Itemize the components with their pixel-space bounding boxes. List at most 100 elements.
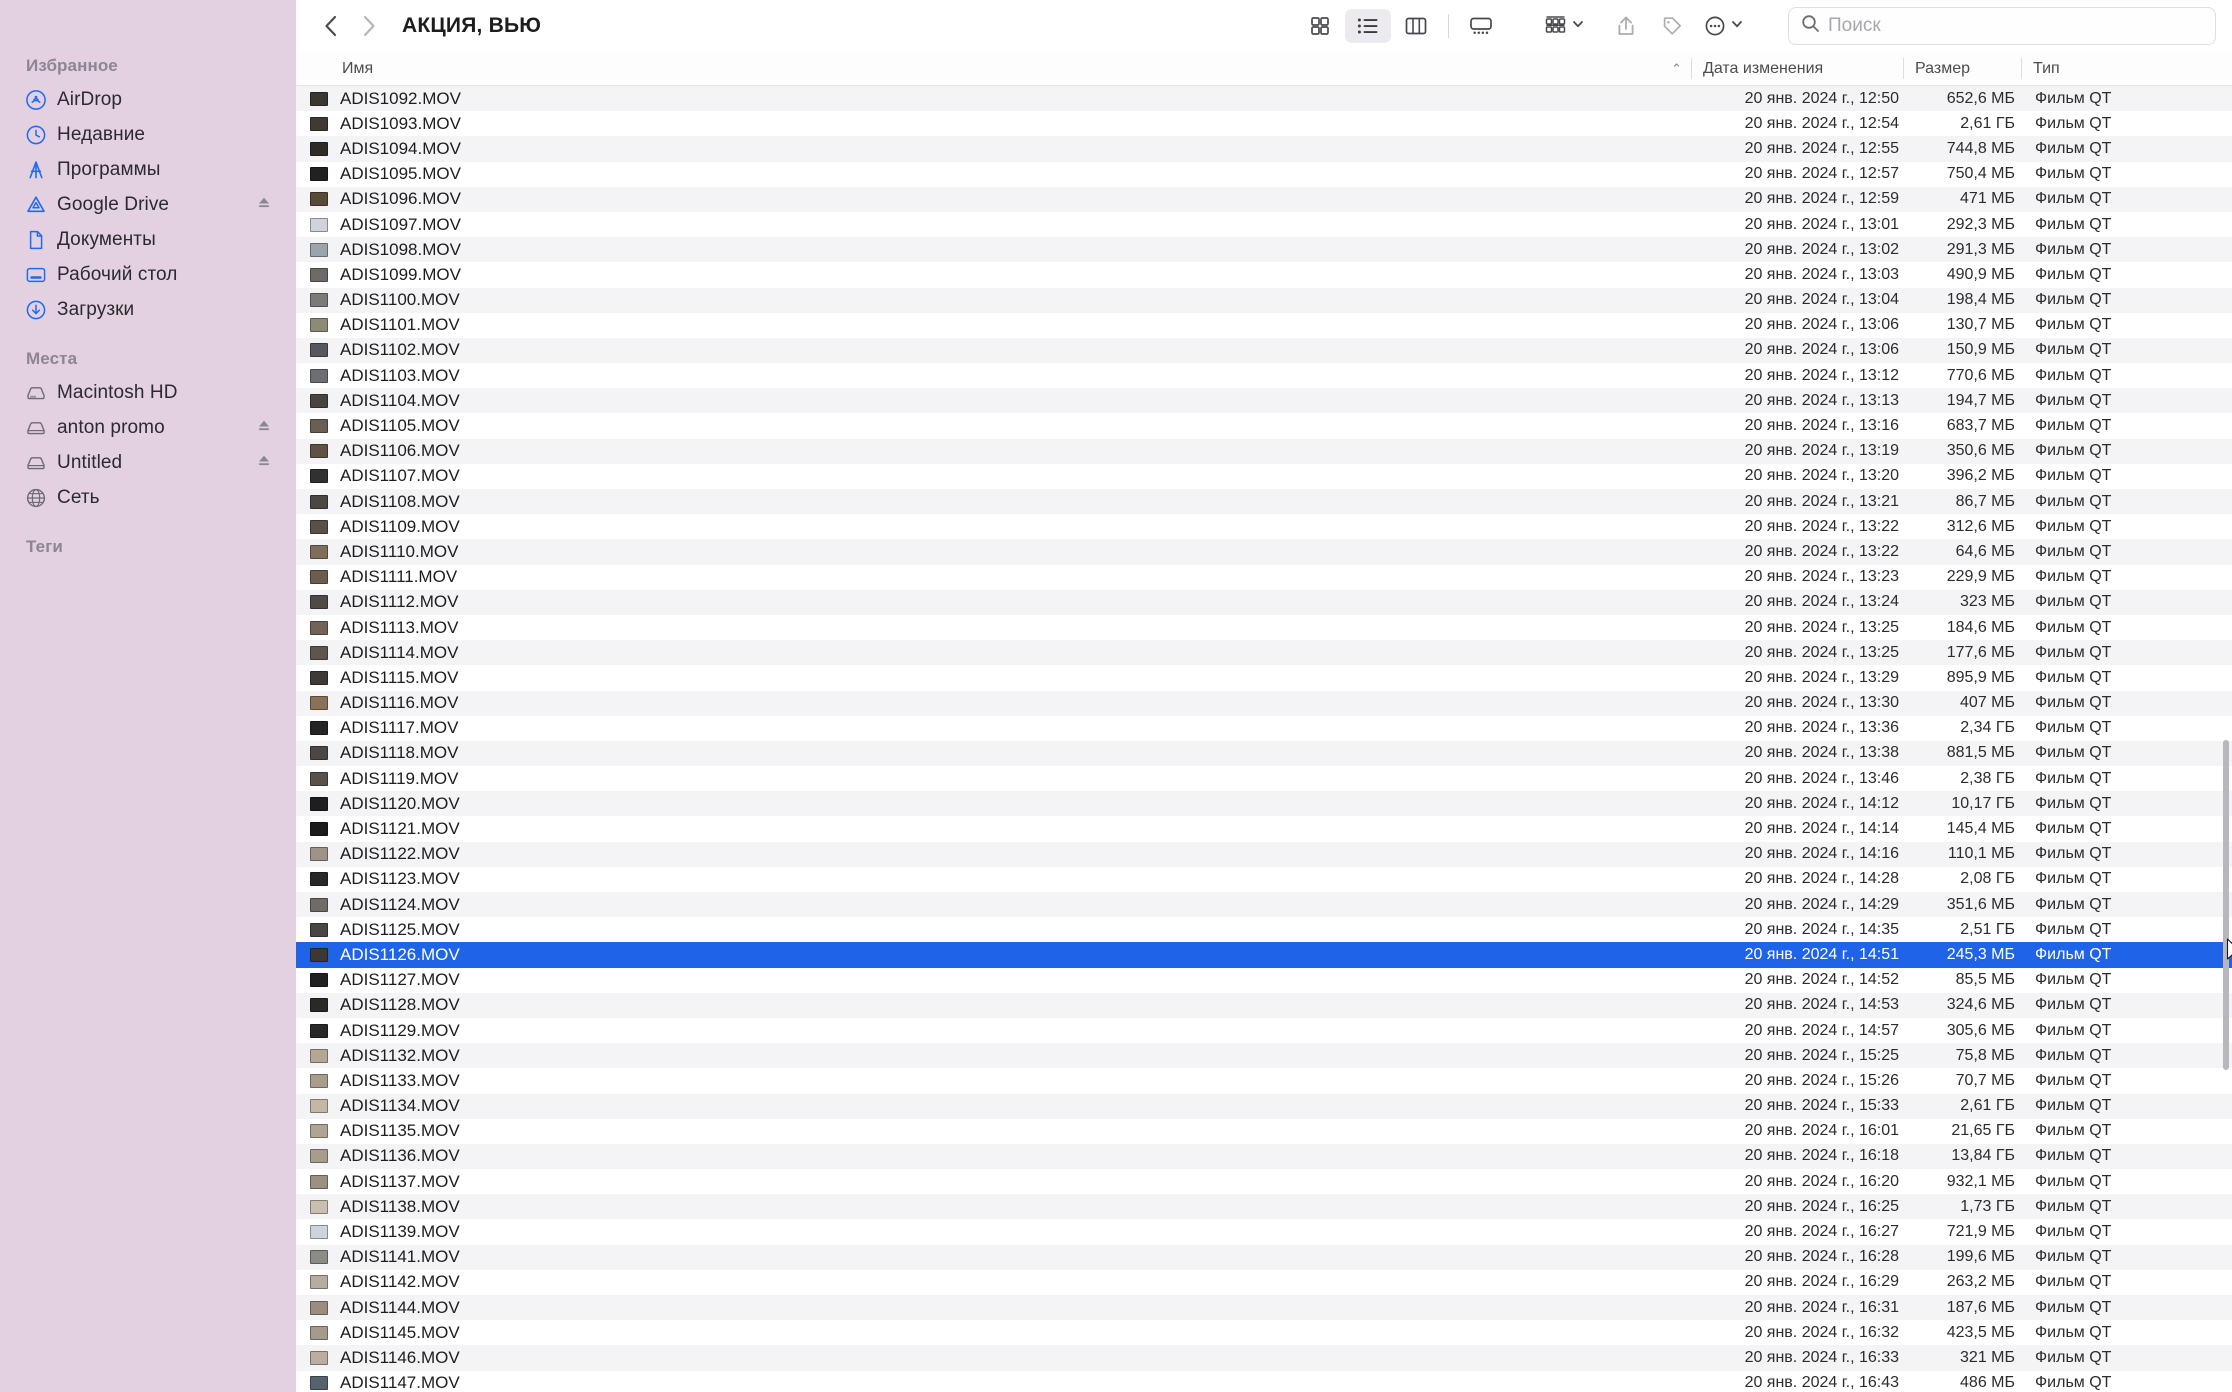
sidebar-item-программы[interactable]: Программы xyxy=(14,152,282,187)
file-date-cell: 20 янв. 2024 г., 13:23 xyxy=(1744,568,1899,586)
table-row[interactable]: ADIS1096.MOV 20 янв. 2024 г., 12:59 471 … xyxy=(296,186,2232,212)
table-row[interactable]: ADIS1122.MOV 20 янв. 2024 г., 14:16 110,… xyxy=(296,841,2232,867)
table-row[interactable]: ADIS1108.MOV 20 янв. 2024 г., 13:21 86,7… xyxy=(296,489,2232,515)
table-row[interactable]: ADIS1141.MOV 20 янв. 2024 г., 16:28 199,… xyxy=(296,1244,2232,1270)
table-row[interactable]: ADIS1124.MOV 20 янв. 2024 г., 14:29 351,… xyxy=(296,892,2232,918)
eject-icon[interactable] xyxy=(256,417,272,438)
table-row[interactable]: ADIS1129.MOV 20 янв. 2024 г., 14:57 305,… xyxy=(296,1018,2232,1043)
search-field[interactable]: Поиск xyxy=(1788,7,2216,45)
sidebar-item-недавние[interactable]: Недавние xyxy=(14,117,282,152)
file-name-label: ADIS1144.MOV xyxy=(340,1297,460,1317)
icon-view-button[interactable] xyxy=(1297,9,1343,43)
file-thumbnail-icon xyxy=(310,1250,328,1265)
file-size-cell: 396,2 МБ xyxy=(1946,467,2015,485)
table-row[interactable]: ADIS1139.MOV 20 янв. 2024 г., 16:27 721,… xyxy=(296,1219,2232,1244)
file-list[interactable]: ADIS1092.MOV 20 янв. 2024 г., 12:50 652,… xyxy=(296,86,2232,1392)
table-row[interactable]: ADIS1097.MOV 20 янв. 2024 г., 13:01 292,… xyxy=(296,212,2232,237)
sidebar-item-загрузки[interactable]: Загрузки xyxy=(14,292,282,327)
group-by-button[interactable] xyxy=(1536,9,1589,43)
sidebar-item-google-drive[interactable]: Google Drive xyxy=(14,187,282,222)
file-name-cell: ADIS1117.MOV xyxy=(296,718,1691,738)
table-row[interactable]: ADIS1132.MOV 20 янв. 2024 г., 15:25 75,8… xyxy=(296,1043,2232,1069)
table-row[interactable]: ADIS1123.MOV 20 янв. 2024 г., 14:28 2,08… xyxy=(296,867,2232,892)
file-thumbnail-icon xyxy=(310,1073,328,1088)
share-button[interactable] xyxy=(1603,9,1649,43)
table-row[interactable]: ADIS1100.MOV 20 янв. 2024 г., 13:04 198,… xyxy=(296,287,2232,313)
table-row[interactable]: ADIS1098.MOV 20 янв. 2024 г., 13:02 291,… xyxy=(296,237,2232,263)
file-name-label: ADIS1137.MOV xyxy=(340,1171,460,1191)
table-row[interactable]: ADIS1146.MOV 20 янв. 2024 г., 16:33 321 … xyxy=(296,1345,2232,1371)
table-row[interactable]: ADIS1136.MOV 20 янв. 2024 г., 16:18 13,8… xyxy=(296,1143,2232,1170)
table-row[interactable]: ADIS1133.MOV 20 янв. 2024 г., 15:26 70,7… xyxy=(296,1068,2232,1093)
table-row[interactable]: ADIS1121.MOV 20 янв. 2024 г., 14:14 145,… xyxy=(296,816,2232,841)
list-view-button[interactable] xyxy=(1345,9,1391,43)
table-row[interactable]: ADIS1111.MOV 20 янв. 2024 г., 13:23 229,… xyxy=(296,565,2232,590)
tags-button[interactable] xyxy=(1649,9,1695,43)
table-row[interactable]: ADIS1138.MOV 20 янв. 2024 г., 16:25 1,73… xyxy=(296,1194,2232,1220)
table-row[interactable]: ADIS1102.MOV 20 янв. 2024 г., 13:06 150,… xyxy=(296,337,2232,364)
table-row[interactable]: ADIS1092.MOV 20 янв. 2024 г., 12:50 652,… xyxy=(296,86,2232,112)
file-type-cell: Фильм QT xyxy=(2035,467,2112,485)
column-header-size[interactable]: Размер xyxy=(1903,52,2021,85)
sidebar-item-документы[interactable]: Документы xyxy=(14,222,282,257)
table-row[interactable]: ADIS1115.MOV 20 янв. 2024 г., 13:29 895,… xyxy=(296,665,2232,690)
table-row[interactable]: ADIS1142.MOV 20 янв. 2024 г., 16:29 263,… xyxy=(296,1270,2232,1295)
table-row[interactable]: ADIS1125.MOV 20 янв. 2024 г., 14:35 2,51… xyxy=(296,917,2232,942)
sidebar-item-untitled[interactable]: Untitled xyxy=(14,445,282,480)
table-row[interactable]: ADIS1113.MOV 20 янв. 2024 г., 13:25 184,… xyxy=(296,615,2232,640)
table-row[interactable]: ADIS1105.MOV 20 янв. 2024 г., 13:16 683,… xyxy=(296,413,2232,438)
eject-icon[interactable] xyxy=(256,452,272,473)
table-row[interactable]: ADIS1134.MOV 20 янв. 2024 г., 15:33 2,61… xyxy=(296,1093,2232,1119)
file-date-cell: 20 янв. 2024 г., 13:29 xyxy=(1744,668,1899,686)
sidebar-item-macintosh-hd[interactable]: Macintosh HD xyxy=(14,375,282,410)
table-row[interactable]: ADIS1107.MOV 20 янв. 2024 г., 13:20 396,… xyxy=(296,464,2232,489)
table-row[interactable]: ADIS1099.MOV 20 янв. 2024 г., 13:03 490,… xyxy=(296,262,2232,287)
sidebar-item-сеть[interactable]: Сеть xyxy=(14,480,282,515)
more-actions-button[interactable] xyxy=(1695,9,1748,43)
table-row[interactable]: ADIS1093.MOV 20 янв. 2024 г., 12:54 2,61… xyxy=(296,111,2232,136)
file-thumbnail-icon xyxy=(310,393,328,408)
gallery-view-button[interactable] xyxy=(1458,9,1504,43)
sidebar-item-рабочий-стол[interactable]: Рабочий стол xyxy=(14,257,282,292)
file-name-label: ADIS1116.MOV xyxy=(340,693,459,713)
table-row[interactable]: ADIS1147.MOV 20 янв. 2024 г., 16:43 486 … xyxy=(296,1371,2232,1392)
table-row[interactable]: ADIS1117.MOV 20 янв. 2024 г., 13:36 2,34… xyxy=(296,716,2232,741)
table-row[interactable]: ADIS1095.MOV 20 янв. 2024 г., 12:57 750,… xyxy=(296,162,2232,187)
table-row[interactable]: ADIS1110.MOV 20 янв. 2024 г., 13:22 64,6… xyxy=(296,539,2232,565)
sidebar-item-anton-promo[interactable]: anton promo xyxy=(14,410,282,445)
table-row[interactable]: ADIS1135.MOV 20 янв. 2024 г., 16:01 21,6… xyxy=(296,1119,2232,1144)
vertical-scrollbar[interactable] xyxy=(2223,740,2229,1070)
file-thumbnail-icon xyxy=(310,721,328,736)
eject-icon[interactable] xyxy=(256,194,272,215)
table-row[interactable]: ADIS1145.MOV 20 янв. 2024 г., 16:32 423,… xyxy=(296,1320,2232,1345)
column-view-button[interactable] xyxy=(1393,9,1439,43)
table-row[interactable]: ADIS1126.MOV 20 янв. 2024 г., 14:51 245,… xyxy=(296,942,2232,968)
table-row[interactable]: ADIS1128.MOV 20 янв. 2024 г., 14:53 324,… xyxy=(296,992,2232,1018)
file-thumbnail-icon xyxy=(310,343,328,358)
table-row[interactable]: ADIS1104.MOV 20 янв. 2024 г., 13:13 194,… xyxy=(296,388,2232,414)
table-row[interactable]: ADIS1119.MOV 20 янв. 2024 г., 13:46 2,38… xyxy=(296,766,2232,791)
file-name-cell: ADIS1094.MOV xyxy=(296,139,1691,159)
column-header-type[interactable]: Тип xyxy=(2021,52,2221,85)
table-row[interactable]: ADIS1106.MOV 20 янв. 2024 г., 13:19 350,… xyxy=(296,438,2232,464)
table-row[interactable]: ADIS1118.MOV 20 янв. 2024 г., 13:38 881,… xyxy=(296,740,2232,767)
back-button[interactable] xyxy=(314,9,348,43)
table-row[interactable]: ADIS1144.MOV 20 янв. 2024 г., 16:31 187,… xyxy=(296,1295,2232,1321)
table-row[interactable]: ADIS1114.MOV 20 янв. 2024 г., 13:25 177,… xyxy=(296,640,2232,666)
sidebar-item-airdrop[interactable]: AirDrop xyxy=(14,82,282,117)
column-header-date[interactable]: Дата изменения xyxy=(1691,52,1903,85)
file-name-cell: ADIS1147.MOV xyxy=(296,1373,1691,1392)
column-header-name[interactable]: Имя ⌃ xyxy=(296,52,1691,85)
table-row[interactable]: ADIS1137.MOV 20 янв. 2024 г., 16:20 932,… xyxy=(296,1169,2232,1194)
table-row[interactable]: ADIS1112.MOV 20 янв. 2024 г., 13:24 323 … xyxy=(296,589,2232,615)
table-row[interactable]: ADIS1101.MOV 20 янв. 2024 г., 13:06 130,… xyxy=(296,313,2232,338)
table-row[interactable]: ADIS1109.MOV 20 янв. 2024 г., 13:22 312,… xyxy=(296,514,2232,539)
table-row[interactable]: ADIS1127.MOV 20 янв. 2024 г., 14:52 85,5… xyxy=(296,968,2232,993)
table-row[interactable]: ADIS1094.MOV 20 янв. 2024 г., 12:55 744,… xyxy=(296,136,2232,162)
table-row[interactable]: ADIS1120.MOV 20 янв. 2024 г., 14:12 10,1… xyxy=(296,791,2232,817)
file-type-cell: Фильм QT xyxy=(2035,996,2112,1014)
file-name-label: ADIS1108.MOV xyxy=(340,491,460,511)
forward-button[interactable] xyxy=(352,9,386,43)
table-row[interactable]: ADIS1103.MOV 20 янв. 2024 г., 13:12 770,… xyxy=(296,363,2232,388)
table-row[interactable]: ADIS1116.MOV 20 янв. 2024 г., 13:30 407 … xyxy=(296,690,2232,716)
